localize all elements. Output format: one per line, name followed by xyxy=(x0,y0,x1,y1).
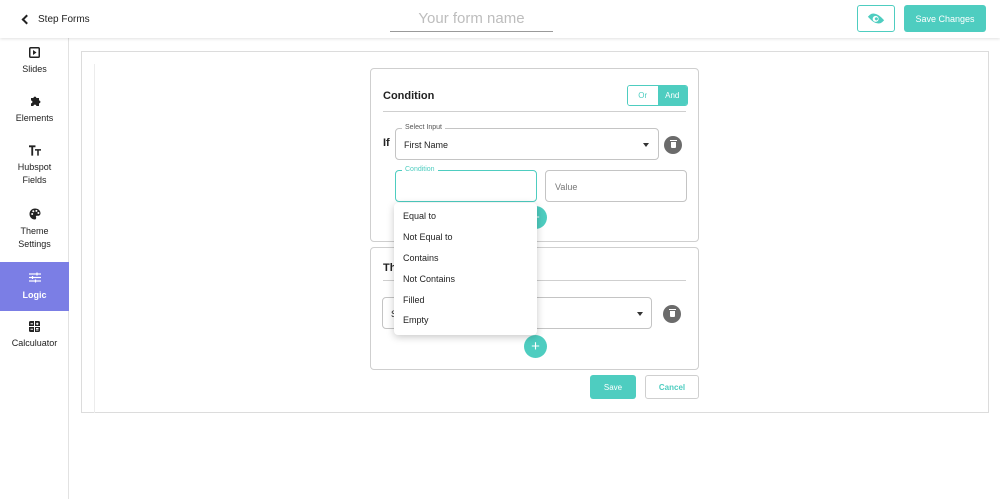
trash-icon xyxy=(669,140,677,148)
value-field[interactable]: Value xyxy=(545,170,687,202)
menu-option-filled[interactable]: Filled xyxy=(394,289,537,310)
form-name-input[interactable] xyxy=(390,6,553,32)
and-toggle-button[interactable]: And xyxy=(657,86,687,105)
if-label: If xyxy=(383,137,390,149)
puzzle-icon xyxy=(29,95,41,107)
caret-down-icon xyxy=(637,312,643,316)
delete-condition-button[interactable] xyxy=(664,136,682,154)
top-bar: Step Forms Save Changes xyxy=(0,0,1000,38)
sidebar-item-label: Calculuator xyxy=(11,338,58,348)
select-input-value: First Name xyxy=(404,140,449,150)
sidebar-item-label: Theme Settings xyxy=(18,226,51,249)
plus-icon: + xyxy=(531,338,540,355)
sidebar-item-calculator[interactable]: Calculuator xyxy=(0,320,69,362)
calculator-icon xyxy=(29,320,41,332)
chevron-left-icon xyxy=(21,14,32,24)
text-type-icon xyxy=(28,144,41,156)
select-input-legend: Select Input xyxy=(402,124,445,131)
sidebar-item-label: Slides xyxy=(22,64,47,74)
save-changes-button[interactable]: Save Changes xyxy=(904,5,986,32)
sidebar-item-logic[interactable]: Logic xyxy=(0,262,69,311)
save-button[interactable]: Save xyxy=(590,375,636,399)
play-square-icon xyxy=(29,46,41,58)
sidebar-item-slides[interactable]: Slides xyxy=(0,46,69,88)
sidebar-item-theme-settings[interactable]: Theme Settings xyxy=(0,208,69,264)
or-toggle-button[interactable]: Or xyxy=(628,86,658,105)
condition-options-menu: Equal to Not Equal to Contains Not Conta… xyxy=(394,203,537,335)
condition-field[interactable]: Condition xyxy=(395,166,537,202)
menu-option-empty[interactable]: Empty xyxy=(394,310,537,331)
eye-icon xyxy=(867,10,885,27)
sidebar-item-label: Hubspot Fields xyxy=(17,162,52,185)
palette-icon xyxy=(29,208,41,220)
trash-icon xyxy=(668,309,676,317)
menu-option-not-contains[interactable]: Not Contains xyxy=(394,268,537,289)
logic-operator-toggle: Or And xyxy=(627,85,688,106)
delete-action-button[interactable] xyxy=(663,305,681,323)
sidebar-item-label: Elements xyxy=(15,113,54,123)
menu-option-not-equal-to[interactable]: Not Equal to xyxy=(394,227,537,248)
menu-option-contains[interactable]: Contains xyxy=(394,248,537,269)
sidebar-item-label: Logic xyxy=(22,289,47,300)
back-link[interactable]: Step Forms xyxy=(20,12,90,26)
caret-down-icon xyxy=(643,143,649,147)
sidebar-item-elements[interactable]: Elements xyxy=(0,95,69,137)
cancel-button[interactable]: Cancel xyxy=(645,375,699,399)
back-link-label: Step Forms xyxy=(38,13,90,25)
add-action-button[interactable]: + xyxy=(524,335,547,358)
condition-title: Condition xyxy=(383,90,435,102)
sidebar: Slides Elements Hubspot Fields Theme Set… xyxy=(0,38,69,499)
menu-option-equal-to[interactable]: Equal to xyxy=(394,206,537,227)
value-field-placeholder: Value xyxy=(555,182,578,192)
condition-field-legend: Condition xyxy=(402,166,438,173)
preview-button[interactable] xyxy=(857,5,895,32)
sliders-icon xyxy=(28,272,41,284)
sidebar-item-hubspot-fields[interactable]: Hubspot Fields xyxy=(0,144,69,200)
select-input-dropdown[interactable]: Select Input First Name xyxy=(395,124,659,160)
divider xyxy=(383,111,686,112)
